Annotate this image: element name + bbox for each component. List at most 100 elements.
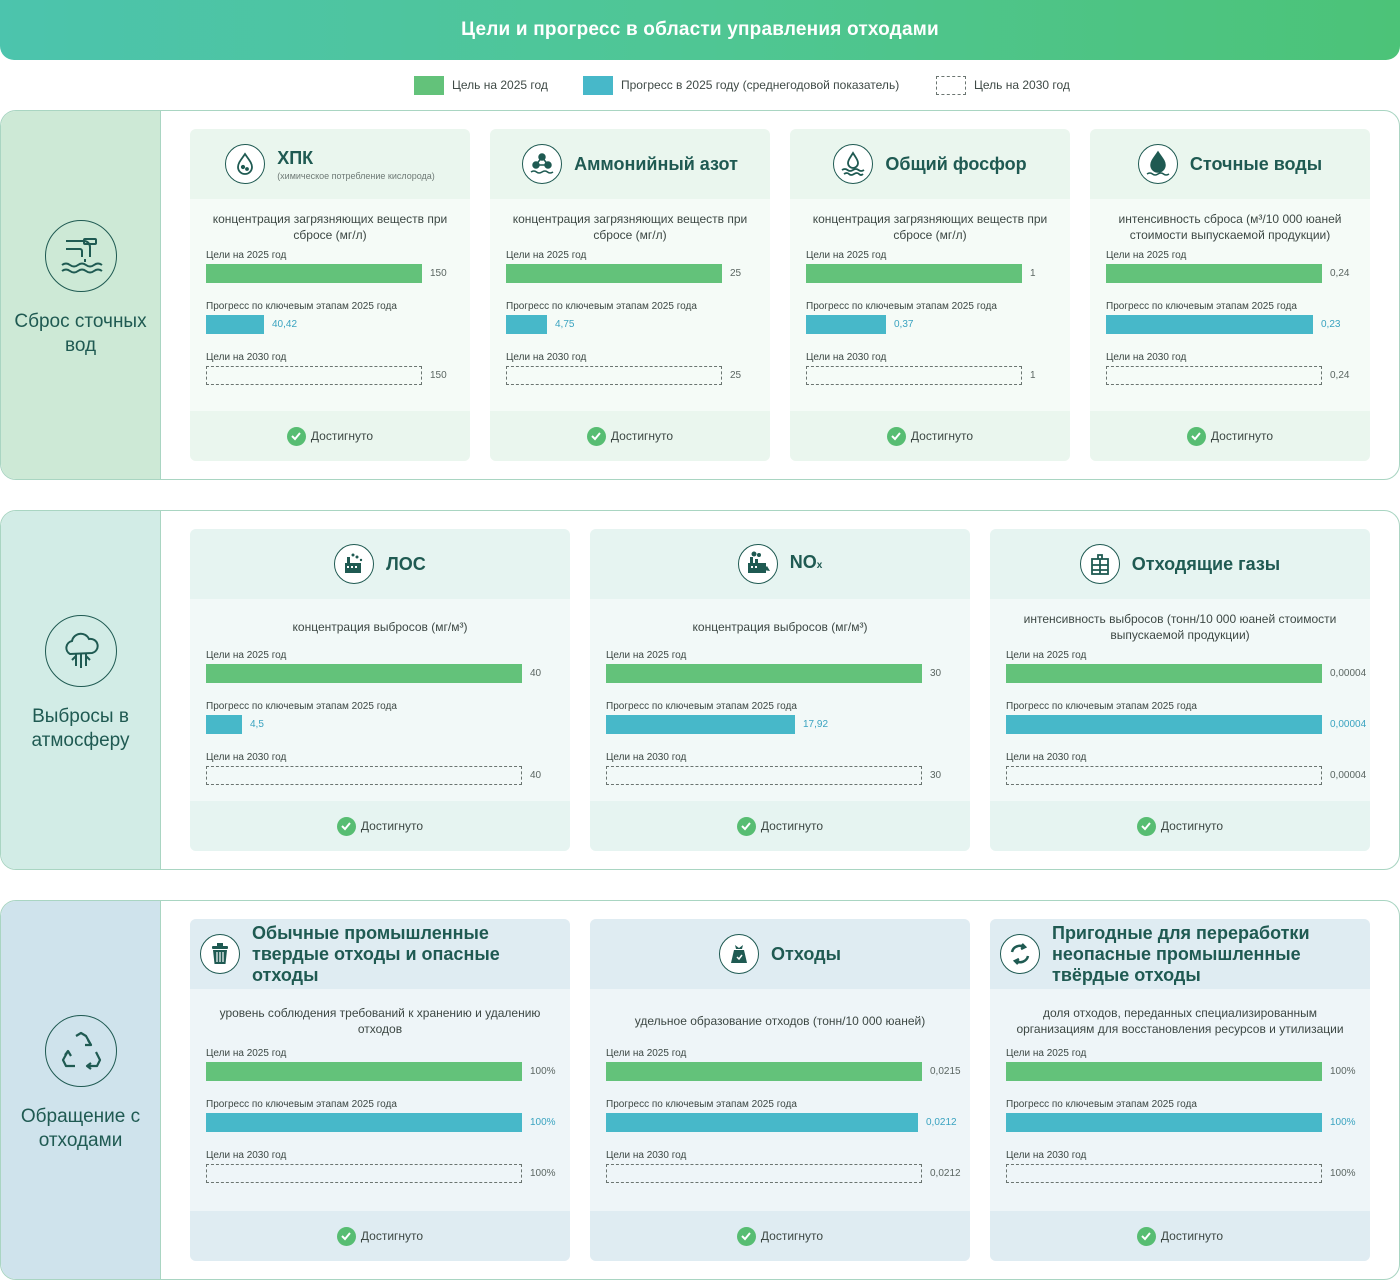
bar-value: 0,37 — [894, 319, 914, 330]
bar-value: 0,24 — [1330, 268, 1350, 279]
bar-progress-2025 — [806, 315, 886, 334]
card-header: ЛОС — [190, 529, 570, 599]
card-title-block: NOx — [790, 552, 823, 576]
wastewater-drop-icon — [1137, 144, 1178, 184]
card-status: Достигнуто — [990, 801, 1370, 851]
card-title: Отходы — [771, 943, 841, 964]
legend-item-progress-2025: Прогресс в 2025 году (среднегодовой пока… — [583, 75, 899, 95]
section-1: Сброс сточных вод ХПК (химическое потребле… — [0, 110, 1400, 480]
bar-target-2025 — [606, 664, 922, 683]
bar-value: 0,00004 — [1330, 668, 1367, 679]
row-label: Цели на 2025 год — [1106, 250, 1187, 261]
bar-progress-2025 — [1106, 315, 1313, 334]
card-title: Аммонийный азот — [574, 153, 738, 174]
metric-card: ХПК (химическое потребление кислорода) кон… — [190, 129, 470, 461]
bar-value: 150 — [430, 268, 447, 279]
card-header: Общий фосфор — [790, 129, 1070, 199]
row-label: Цели на 2030 год — [1006, 1150, 1087, 1161]
bar-progress-2025 — [606, 1113, 918, 1132]
card-title: ХПК — [277, 147, 314, 168]
row-label: Прогресс по ключевым этапам 2025 года — [1106, 301, 1297, 312]
card-title-block: Отходы — [771, 944, 841, 965]
metric-description: концентрация загрязняющих веществ при сб… — [512, 212, 748, 242]
check-icon — [886, 426, 906, 446]
bar-value: 4,75 — [555, 319, 575, 330]
row-label: Цели на 2030 год — [606, 752, 687, 763]
legend-item-target-2025: Цель на 2025 год — [414, 75, 548, 95]
status-label: Достигнуто — [1210, 429, 1274, 443]
bar-target-2025 — [1006, 1062, 1322, 1081]
factory-smoke-icon — [737, 544, 778, 584]
bar-progress-2025 — [506, 315, 547, 334]
card-header: Отходящие газы — [990, 529, 1370, 599]
bar-value: 40 — [530, 668, 542, 679]
metric-card: ЛОС концентрация выбросов (мг/м³) Цели на … — [190, 529, 570, 851]
check-icon — [1186, 426, 1206, 446]
bar-target-2025 — [1106, 264, 1322, 283]
bar-value: 1 — [1030, 370, 1036, 381]
row-label: Прогресс по ключевым этапам 2025 года — [206, 1099, 397, 1110]
card-header: Отходы — [590, 919, 970, 989]
legend-swatch-green — [414, 75, 444, 95]
row-label: Прогресс по ключевым этапам 2025 года — [606, 701, 797, 712]
row-label: Цели на 2030 год — [206, 1150, 287, 1161]
pipe-discharge-icon — [44, 220, 117, 292]
bar-progress-2025 — [206, 315, 264, 334]
check-icon — [586, 426, 606, 446]
card-header: NOx — [590, 529, 970, 599]
card-header: ХПК (химическое потребление кислорода) — [190, 129, 470, 199]
row-label: Цели на 2025 год — [206, 650, 287, 661]
section-label: Выбросы в атмосферу — [31, 706, 130, 751]
bar-target-2030 — [606, 766, 922, 785]
row-label: Цели на 2030 год — [206, 752, 287, 763]
row-label: Цели на 2025 год — [206, 1048, 287, 1059]
legend-swatch-teal — [583, 75, 613, 95]
row-label: Прогресс по ключевым этапам 2025 года — [1006, 701, 1197, 712]
card-status: Достигнуто — [590, 1211, 970, 1261]
section-label: Обращение с отходами — [20, 1106, 141, 1151]
card-status: Достигнуто — [190, 411, 470, 461]
card-status: Достигнуто — [1090, 411, 1370, 461]
bar-value: 100% — [1330, 1066, 1356, 1077]
card-title-block: Отходящие газы — [1132, 554, 1280, 575]
card-status: Достигнуто — [490, 411, 770, 461]
check-icon — [286, 426, 306, 446]
row-label: Цели на 2030 год — [506, 352, 587, 363]
check-icon — [736, 816, 756, 836]
row-label: Цели на 2030 год — [606, 1150, 687, 1161]
metric-card: Аммонийный азот концентрация загрязняющих… — [490, 129, 770, 461]
bar-progress-2025 — [206, 1113, 522, 1132]
bar-value: 100% — [530, 1066, 556, 1077]
row-label: Прогресс по ключевым этапам 2025 года — [1006, 1099, 1197, 1110]
bar-value: 100% — [530, 1117, 556, 1128]
legend: Цель на 2025 год Прогресс в 2025 году (с… — [0, 75, 1400, 97]
row-label: Цели на 2025 год — [606, 650, 687, 661]
row-label: Цели на 2025 год — [1006, 1048, 1087, 1059]
legend-swatch-dashed — [936, 75, 966, 95]
card-status: Достигнуто — [790, 411, 1070, 461]
building-icon — [1079, 544, 1120, 584]
row-label: Прогресс по ключевым этапам 2025 года — [606, 1099, 797, 1110]
card-title-block: ЛОС — [386, 554, 426, 575]
row-label: Прогресс по ключевым этапам 2025 года — [206, 301, 397, 312]
metric-description: интенсивность выбросов (тонн/10 000 юане… — [1023, 612, 1337, 642]
status-label: Достигнуто — [760, 1229, 824, 1243]
molecule-icon — [522, 144, 563, 184]
bar-target-2030 — [206, 766, 522, 785]
bar-target-2025 — [506, 264, 722, 283]
bar-value: 0,0212 — [926, 1117, 957, 1128]
card-title: Общий фосфор — [885, 153, 1027, 174]
row-label: Цели на 2030 год — [206, 352, 287, 363]
row-label: Цели на 2025 год — [206, 250, 287, 261]
card-status: Достигнуто — [590, 801, 970, 851]
metric-card: Сточные воды интенсивность сброса (м³/10 … — [1090, 129, 1370, 461]
bar-target-2030 — [806, 366, 1022, 385]
check-icon — [1136, 1226, 1156, 1246]
bar-target-2025 — [806, 264, 1022, 283]
section-side-panel: Обращение с отходами — [1, 901, 161, 1279]
row-label: Прогресс по ключевым этапам 2025 года — [506, 301, 697, 312]
card-title: NO — [789, 552, 817, 572]
row-label: Прогресс по ключевым этапам 2025 года — [806, 301, 997, 312]
factory-icon — [334, 544, 375, 584]
card-title-block: Сточные воды — [1190, 154, 1322, 175]
